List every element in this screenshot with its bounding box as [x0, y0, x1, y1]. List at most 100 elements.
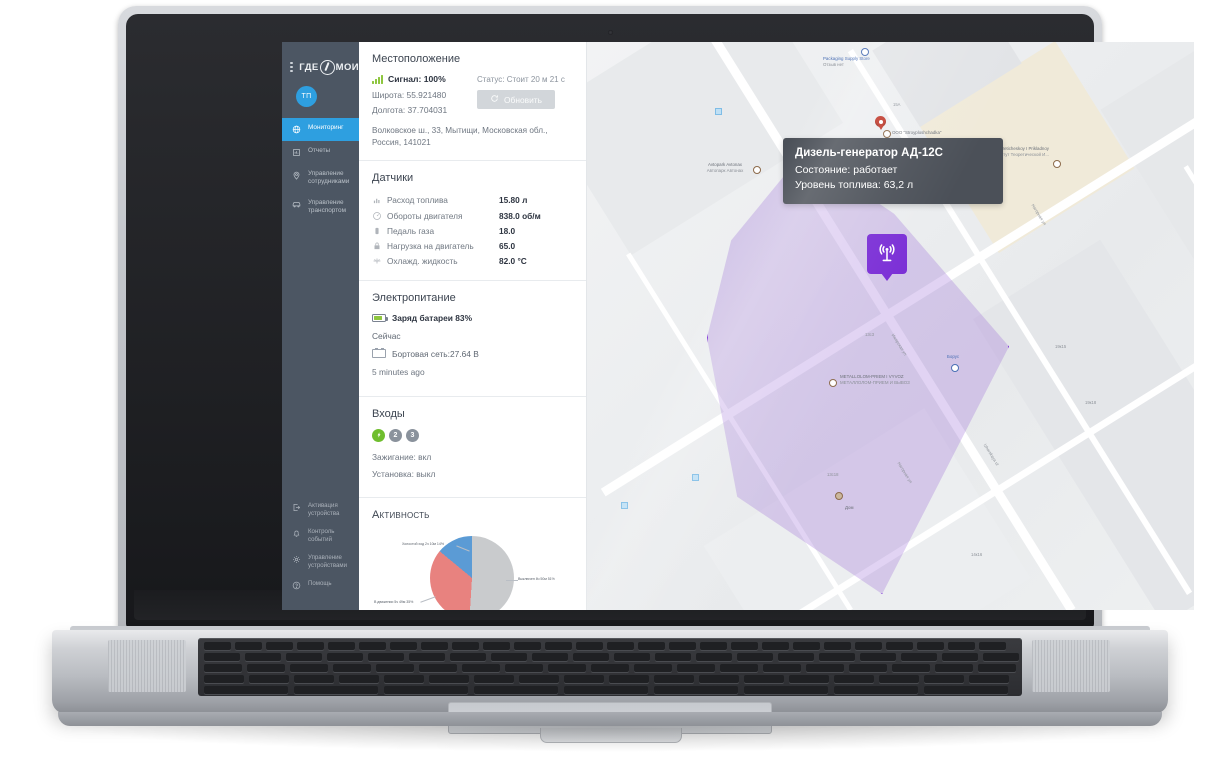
leader-line [506, 579, 518, 581]
keyboard-key [384, 686, 468, 694]
sidebar-item-device-management[interactable]: Управление устройствами [282, 549, 359, 575]
battery-value: Заряд батареи 83% [392, 312, 473, 323]
sensor-value: 65.0 [499, 240, 516, 251]
activate-icon [291, 502, 302, 513]
keyboard-key [654, 686, 738, 694]
location-section: Местоположение Сигнал: 100% Широта: 55.9… [359, 42, 586, 161]
poi-avtopark[interactable]: Avtopark Avtonax Автопарк Автонах [705, 162, 745, 173]
house-number: 13с3 [865, 332, 875, 337]
keyboard-key [700, 642, 727, 650]
keyboard-key [247, 664, 285, 672]
poi-stroyploshchadka[interactable]: OOO "Stroyploshchadka" [892, 130, 942, 136]
brand-header: ГДЕ МОИ [282, 42, 359, 84]
speaker-left [108, 640, 186, 692]
keyboard-key [917, 642, 944, 650]
keyboard-key [483, 642, 510, 650]
sidebar-item-staff[interactable]: Управление сотрудниками [282, 164, 359, 193]
brand-logo[interactable]: ГДЕ МОИ [299, 59, 359, 75]
keyboard-key [634, 664, 672, 672]
table-row: Охлажд. жидкость 82.0 °C [372, 254, 573, 269]
keyboard-key [429, 675, 469, 683]
pie-label-moving: В движении 5ч 49м 35% [374, 599, 414, 604]
keyboard-key [359, 642, 386, 650]
sidebar-item-label: Помощь [308, 580, 332, 587]
sidebar-nav: Мониторинг Отчеты Управление сотрудникам… [282, 118, 359, 222]
sidebar-item-help[interactable]: Помощь [282, 575, 359, 596]
map-pin-marker[interactable] [875, 116, 886, 130]
poi-packaging-supply-store[interactable]: Packaging Supply Store Отзыв нет [823, 56, 870, 67]
keyboard-key [576, 642, 603, 650]
sensor-value: 838.0 об/м [499, 210, 541, 221]
table-row: Расход топлива 15.80 л [372, 193, 573, 208]
sidebar-item-reports[interactable]: Отчеты [282, 141, 359, 164]
avatar[interactable]: ТП [296, 86, 317, 107]
device-marker[interactable] [867, 234, 907, 281]
poi-dom[interactable]: Дом [845, 505, 853, 511]
help-icon [291, 580, 302, 591]
keyboard-key [462, 664, 500, 672]
input-pill-1[interactable] [372, 428, 385, 442]
keyboard-key [737, 653, 773, 661]
poi-borus[interactable]: Борус [947, 354, 959, 360]
signal-row: Сигнал: 100% [372, 74, 469, 84]
sidebar-item-label: Управление устройствами [308, 553, 347, 569]
keyboard-key [266, 642, 293, 650]
refresh-label: Обновить [504, 94, 542, 105]
keyboard-key [824, 642, 851, 650]
keyboard-key [744, 675, 784, 683]
ignition-status: Зажигание: вкл [372, 451, 432, 462]
table-row: Обороты двигателя 838.0 об/м [372, 208, 573, 223]
keyboard-key [519, 675, 559, 683]
keyboard-key [339, 675, 379, 683]
sensor-label: Охлажд. жидкость [387, 256, 458, 267]
refresh-button[interactable]: Обновить [477, 90, 555, 109]
keyboard-key [419, 664, 457, 672]
battery-icon [372, 313, 388, 322]
keyboard-key [564, 686, 648, 694]
keyboard-key [969, 675, 1009, 683]
power-updated: 5 minutes ago [372, 366, 425, 377]
keyboard-key [924, 686, 1008, 694]
keyboard-key [376, 664, 414, 672]
sidebar-item-event-control[interactable]: Контроль событий [282, 523, 359, 549]
keyboard-key [505, 664, 543, 672]
keyboard-key [452, 642, 479, 650]
house-number: 14к16 [971, 552, 983, 557]
keyboard-key [744, 686, 828, 694]
house-number: 13с18 [827, 472, 839, 477]
sidebar-item-activate-device[interactable]: Активация устройства [282, 497, 359, 523]
keyboard-key [806, 664, 844, 672]
input-pill-3[interactable]: 3 [406, 428, 419, 442]
power-section: Электропитание Заряд батареи 83% Сейчас … [359, 281, 586, 397]
keyboard-key [979, 642, 1006, 650]
keyboard-key [532, 653, 568, 661]
poi-marker-icon [883, 130, 891, 138]
hamburger-icon[interactable] [290, 62, 294, 72]
sidebar-nav-bottom: Активация устройства Контроль событий Уп… [282, 497, 359, 596]
house-number: 19к15 [1055, 344, 1067, 349]
sidebar-item-monitoring[interactable]: Мониторинг [282, 118, 359, 141]
pie-label-idle: Холостой ход 2ч 10м 14% [402, 541, 444, 546]
screen: ГДЕ МОИ ТП Мониторинг Отчеты Управление … [282, 42, 1194, 610]
sidebar-item-transport[interactable]: Управление транспортом [282, 193, 359, 222]
poi-metallolom[interactable]: METALLOLOM-PRIEM I VYVOZ МЕТАЛЛОЛОМ-ПРИЕ… [840, 374, 912, 385]
activity-title: Активность [372, 508, 430, 521]
keyboard-key [591, 664, 629, 672]
refresh-icon [490, 94, 499, 105]
brand-text-left: ГДЕ [299, 61, 319, 73]
input-pill-2[interactable]: 2 [389, 428, 402, 442]
keyboard-key [450, 653, 486, 661]
keyboard-key [892, 664, 930, 672]
engine-icon [372, 238, 387, 253]
keyboard-key [849, 664, 887, 672]
inputs-title: Входы [372, 407, 405, 420]
inputs-section: Входы 2 3 Зажигание: вкл Установка: выкл [359, 397, 586, 498]
keyboard-key [983, 653, 1019, 661]
keyboard-key [290, 664, 328, 672]
power-now-label: Сейчас [372, 330, 401, 341]
onboard-value: Бортовая сеть:27.64 В [392, 348, 479, 359]
drop-shadow [60, 726, 1160, 752]
map-view[interactable]: Packaging Supply Store Отзыв нет OOO "St… [587, 42, 1194, 610]
map-transit-icon [715, 108, 722, 115]
keyboard-key [942, 653, 978, 661]
